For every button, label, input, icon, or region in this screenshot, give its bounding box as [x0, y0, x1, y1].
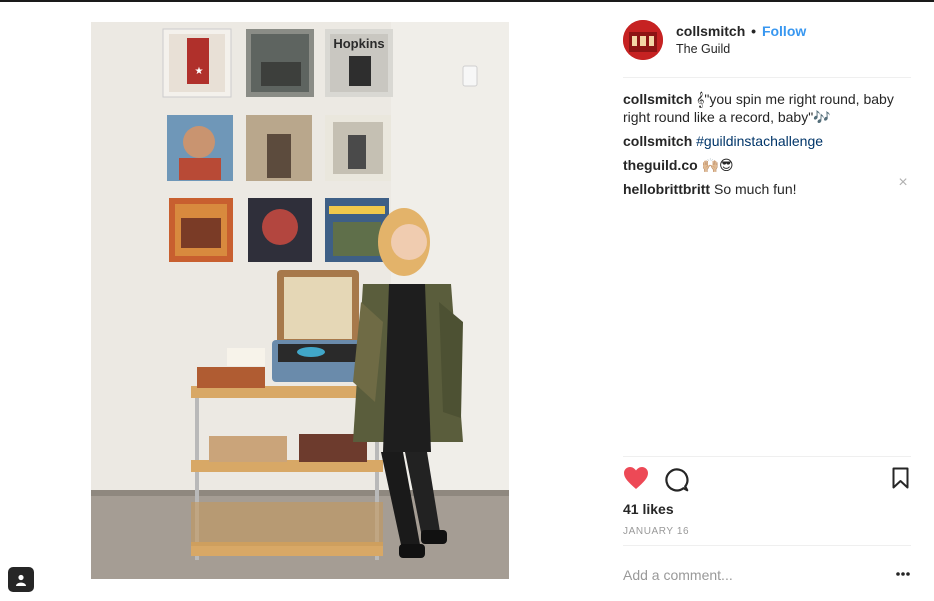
comment-item: theguild.co 🙌🏼😎: [623, 156, 895, 174]
more-options-icon[interactable]: [894, 566, 912, 580]
svg-text:★: ★: [195, 66, 204, 77]
add-comment-input[interactable]: [623, 566, 853, 584]
follow-button[interactable]: Follow: [762, 23, 806, 39]
caption-username[interactable]: collsmitch: [623, 91, 692, 107]
actions-divider: [623, 456, 911, 457]
caption-line-1: 𝄞"you spin me right round, baby: [696, 91, 894, 107]
post-author-username[interactable]: collsmitch: [676, 23, 745, 39]
comment-username[interactable]: hellobrittbritt: [623, 181, 710, 197]
avatar[interactable]: [623, 20, 663, 60]
comment-text: 🙌🏼😎: [701, 157, 734, 173]
album-title-hopkins: Hopkins: [333, 36, 384, 51]
bookmark-icon[interactable]: [892, 467, 909, 494]
post-photo[interactable]: ★ Hopkins: [91, 22, 509, 579]
user-tag-icon: [16, 574, 26, 586]
post-header: collsmitch • Follow The Guild: [623, 19, 911, 77]
top-border: [0, 0, 934, 2]
close-icon[interactable]: ×: [897, 175, 909, 191]
comment-item: collsmitch #guildinstachallenge: [623, 132, 895, 150]
caption: collsmitch 𝄞"you spin me right round, ba…: [623, 90, 895, 126]
avatar-image: [623, 20, 663, 60]
post-photo-illustration: ★ Hopkins: [91, 22, 509, 579]
comment-box-divider: [623, 545, 911, 546]
comment-item: hellobrittbritt So much fun!: [623, 180, 895, 198]
post-date[interactable]: JANUARY 16: [623, 526, 689, 537]
like-count[interactable]: 41 likes: [623, 501, 674, 517]
post-location[interactable]: The Guild: [676, 42, 730, 56]
comments-list: collsmitch 𝄞"you spin me right round, ba…: [623, 90, 895, 204]
comment-bubble-icon[interactable]: [664, 467, 689, 497]
action-bar: [623, 466, 911, 494]
comment-text: So much fun!: [714, 181, 797, 197]
separator-dot: •: [751, 23, 757, 39]
user-tag-button[interactable]: [8, 567, 34, 592]
comment-username[interactable]: theguild.co: [623, 157, 698, 173]
header-divider: [623, 77, 911, 78]
hashtag-link[interactable]: #guildinstachallenge: [696, 133, 823, 149]
post-author-row: collsmitch • Follow: [676, 23, 806, 39]
heart-icon[interactable]: [623, 466, 649, 495]
comment-username[interactable]: collsmitch: [623, 133, 692, 149]
caption-line-2: right round like a record, baby"🎶: [623, 109, 831, 125]
